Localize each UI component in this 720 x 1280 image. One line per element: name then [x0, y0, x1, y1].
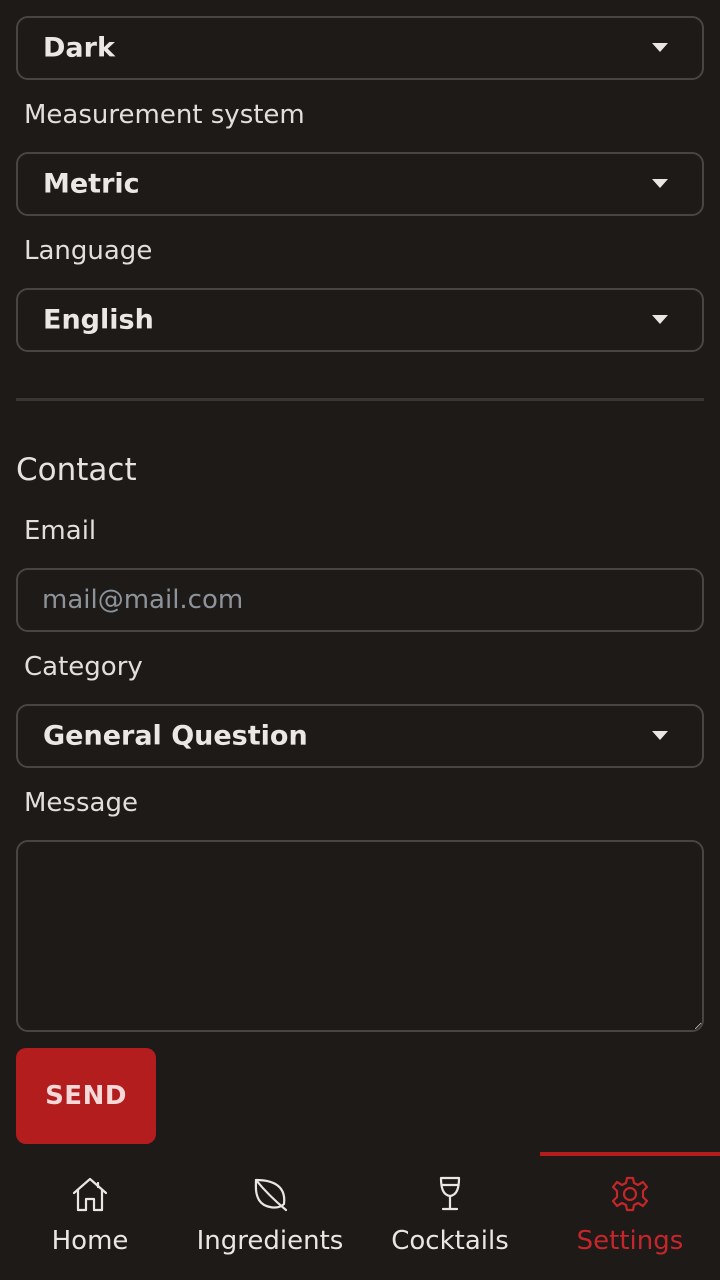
nav-label-home: Home	[51, 1226, 129, 1256]
email-label: Email	[24, 516, 97, 546]
chevron-down-icon	[652, 315, 668, 324]
measurement-system-label: Measurement system	[24, 100, 305, 130]
nav-label-settings: Settings	[576, 1226, 684, 1256]
chevron-down-icon	[652, 179, 668, 188]
category-select[interactable]: General Question	[16, 704, 704, 768]
send-button[interactable]: SEND	[16, 1048, 156, 1144]
measurement-system-select[interactable]: Metric	[16, 152, 704, 216]
theme-select-value: Dark	[43, 32, 115, 64]
bottom-nav: Home Ingredients Cocktails Settings	[0, 1152, 720, 1280]
message-label: Message	[24, 788, 138, 818]
category-label: Category	[24, 652, 143, 682]
leaf-icon	[254, 1178, 288, 1212]
email-field-wrapper	[16, 568, 704, 632]
nav-item-ingredients[interactable]: Ingredients	[180, 1152, 360, 1280]
active-tab-indicator	[540, 1152, 720, 1156]
nav-label-ingredients: Ingredients	[196, 1226, 344, 1256]
measurement-system-value: Metric	[43, 168, 140, 200]
nav-label-cocktails: Cocktails	[391, 1226, 509, 1256]
language-select[interactable]: English	[16, 288, 704, 352]
category-value: General Question	[43, 720, 308, 752]
gear-icon	[611, 1176, 649, 1212]
theme-select[interactable]: Dark	[16, 16, 704, 80]
language-value: English	[43, 304, 154, 336]
nav-item-home[interactable]: Home	[0, 1152, 180, 1280]
language-label: Language	[24, 236, 153, 266]
home-icon	[72, 1177, 108, 1212]
contact-section-title: Contact	[16, 452, 137, 488]
email-field[interactable]	[18, 570, 702, 630]
chevron-down-icon	[652, 43, 668, 52]
nav-item-settings[interactable]: Settings	[540, 1152, 720, 1280]
wine-glass-icon	[439, 1176, 461, 1211]
nav-item-cocktails[interactable]: Cocktails	[360, 1152, 540, 1280]
chevron-down-icon	[652, 731, 668, 740]
section-divider	[16, 398, 704, 401]
message-field[interactable]	[18, 842, 702, 1030]
settings-screen: Dark Measurement system Metric Language …	[0, 0, 720, 1280]
message-field-wrapper	[16, 840, 704, 1032]
